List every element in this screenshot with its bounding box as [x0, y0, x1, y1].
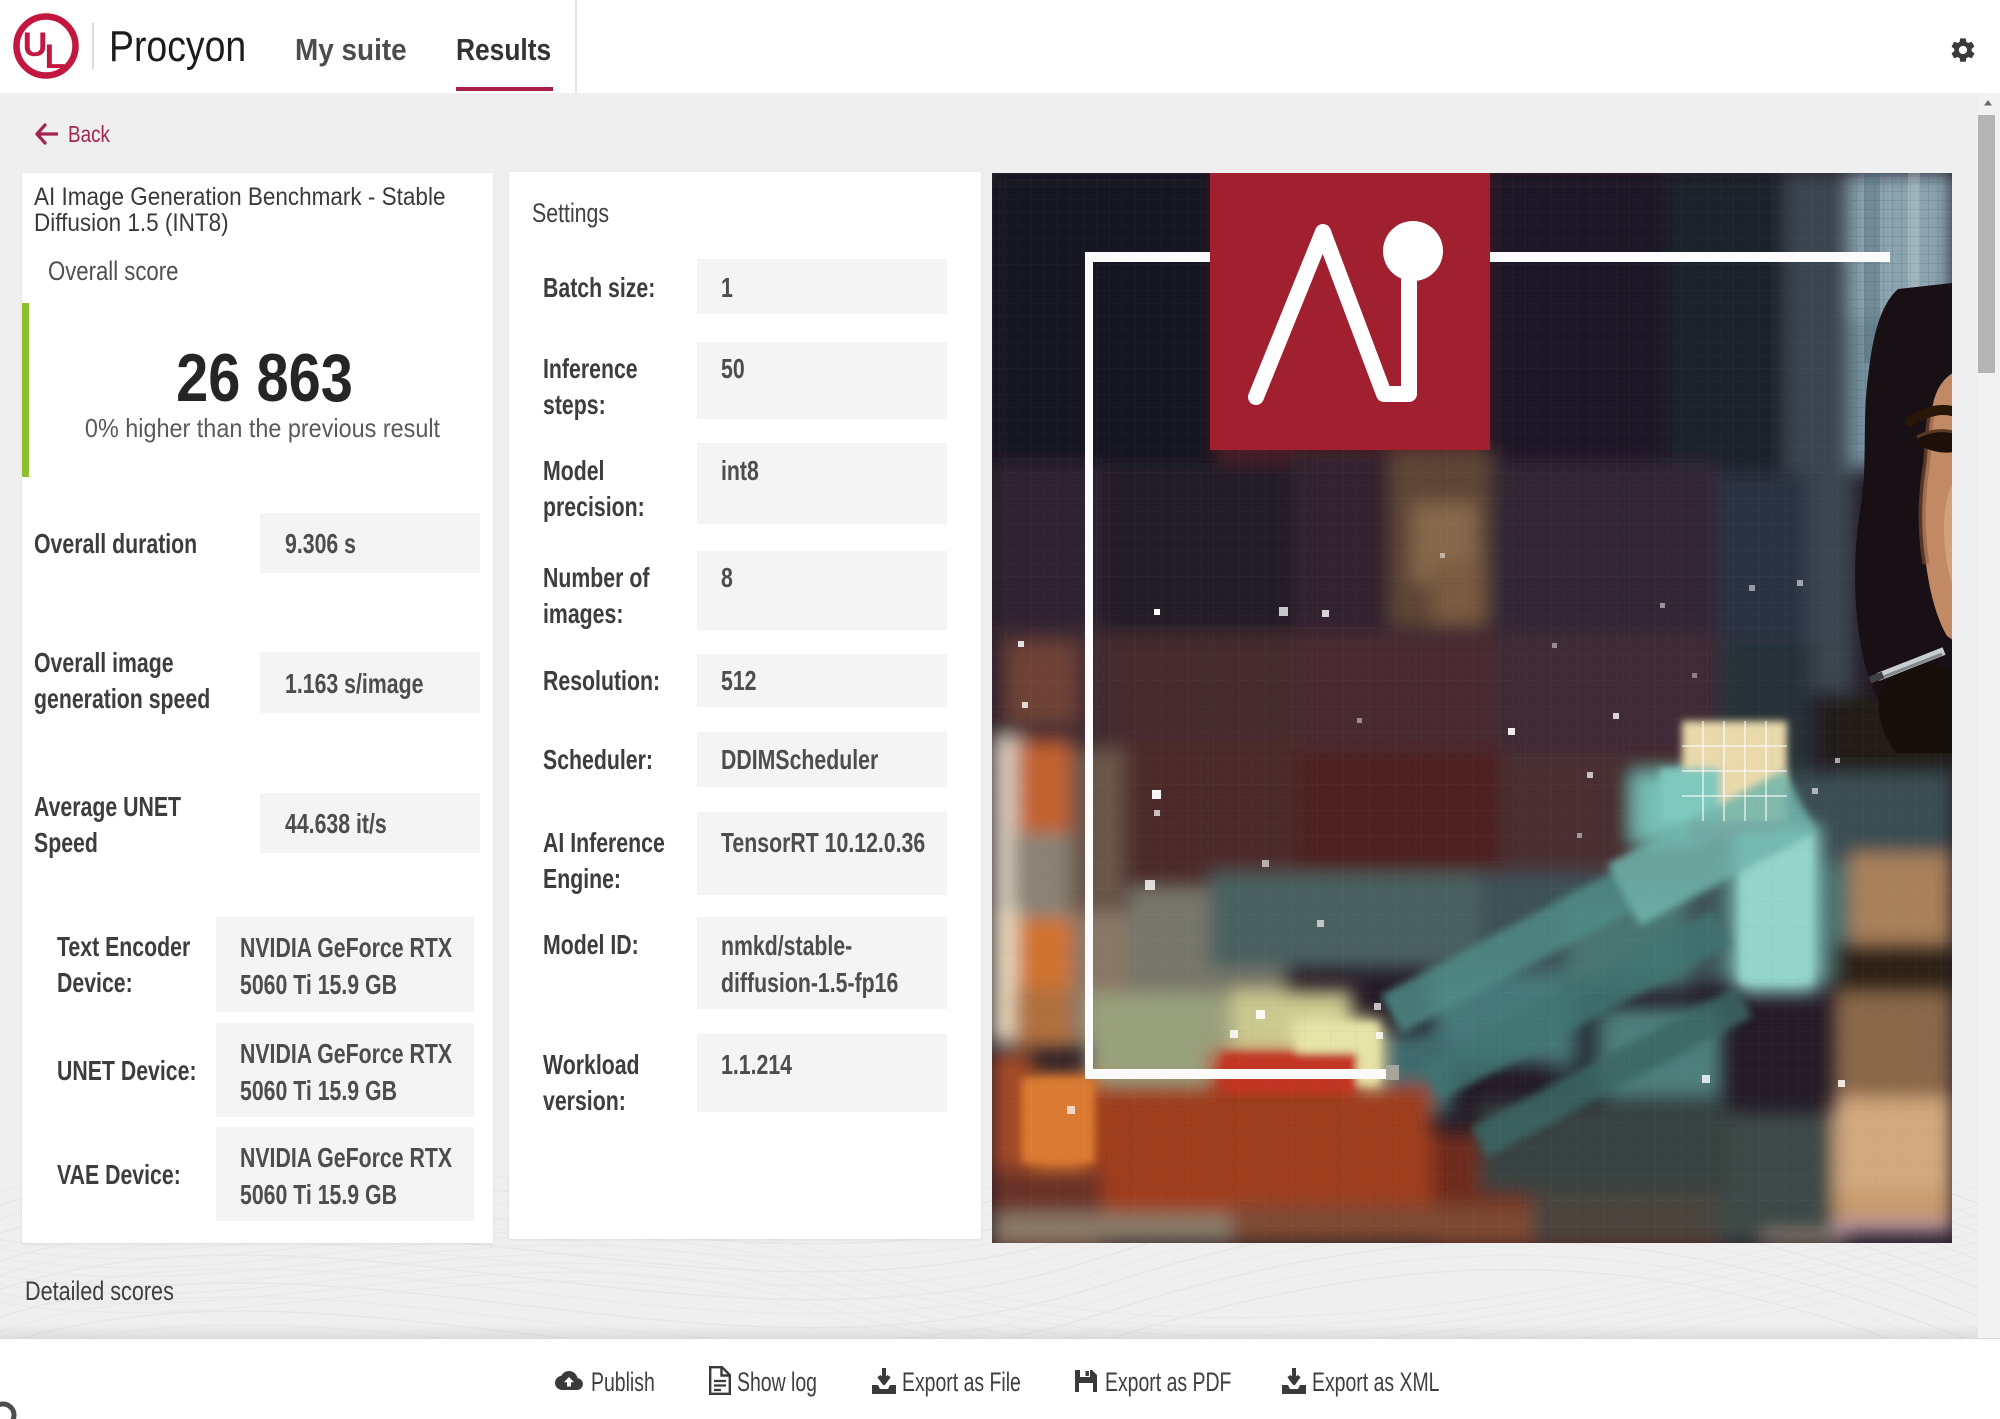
svg-text:L: L: [45, 38, 66, 76]
svg-text:U: U: [23, 26, 48, 64]
